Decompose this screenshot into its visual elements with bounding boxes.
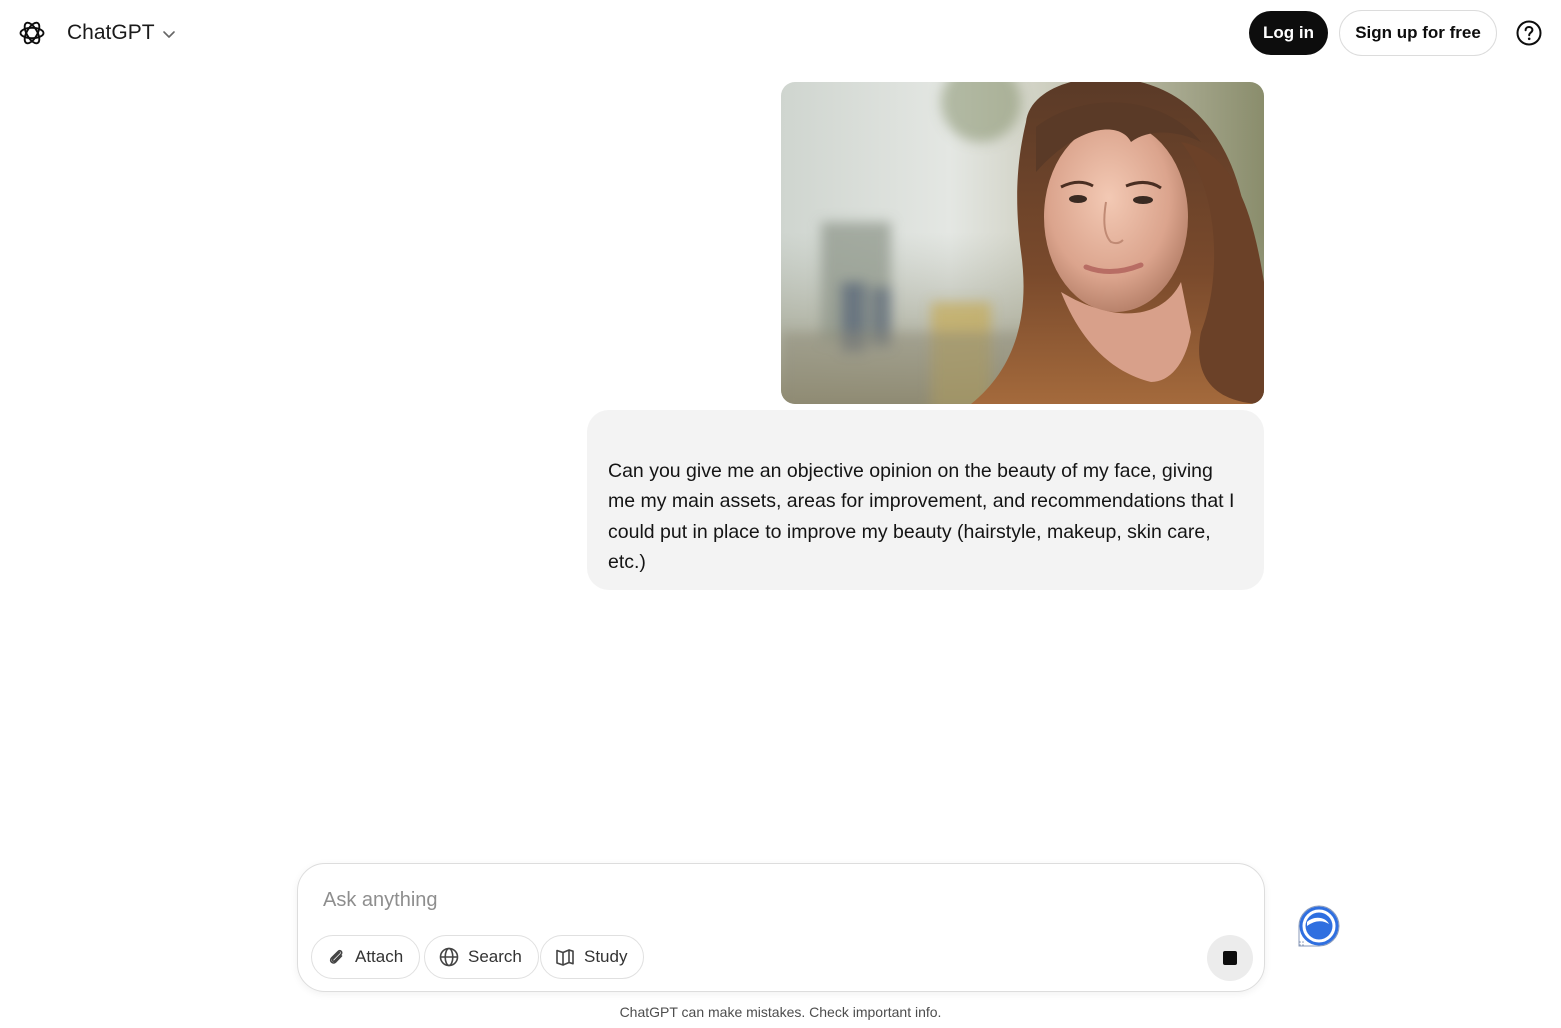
chevron-down-icon xyxy=(162,31,175,38)
disclaimer-text: ChatGPT can make mistakes. Check importa… xyxy=(619,1004,942,1020)
login-button[interactable]: Log in xyxy=(1249,11,1328,55)
stop-button[interactable] xyxy=(1207,935,1253,981)
globe-icon xyxy=(439,947,459,967)
chat-input[interactable] xyxy=(323,884,1203,916)
study-button[interactable]: Study xyxy=(540,935,645,979)
model-name: ChatGPT xyxy=(67,21,155,44)
composer: Attach Search Study xyxy=(297,863,1265,992)
stop-square-icon xyxy=(1223,951,1237,965)
model-selector[interactable]: ChatGPT xyxy=(60,14,184,52)
top-bar: ChatGPT Log in Sign up for free xyxy=(0,0,1561,66)
search-label: Search xyxy=(468,947,522,966)
openai-logo-icon[interactable] xyxy=(17,18,47,48)
attach-button[interactable]: Attach xyxy=(311,935,421,979)
search-button[interactable]: Search xyxy=(424,935,539,979)
signup-button[interactable]: Sign up for free xyxy=(1339,10,1497,56)
uploaded-photo[interactable] xyxy=(781,82,1264,404)
study-label: Study xyxy=(584,947,628,966)
paperclip-icon xyxy=(329,949,343,964)
portrait-image xyxy=(781,82,1264,404)
user-message-text: Can you give me an objective opinion on … xyxy=(608,460,1235,573)
extension-badge-icon[interactable] xyxy=(1295,902,1343,950)
book-icon xyxy=(556,949,574,966)
question-circle-icon[interactable] xyxy=(1515,19,1543,47)
user-message-bubble: Can you give me an objective opinion on … xyxy=(587,410,1264,590)
attach-label: Attach xyxy=(355,947,404,966)
